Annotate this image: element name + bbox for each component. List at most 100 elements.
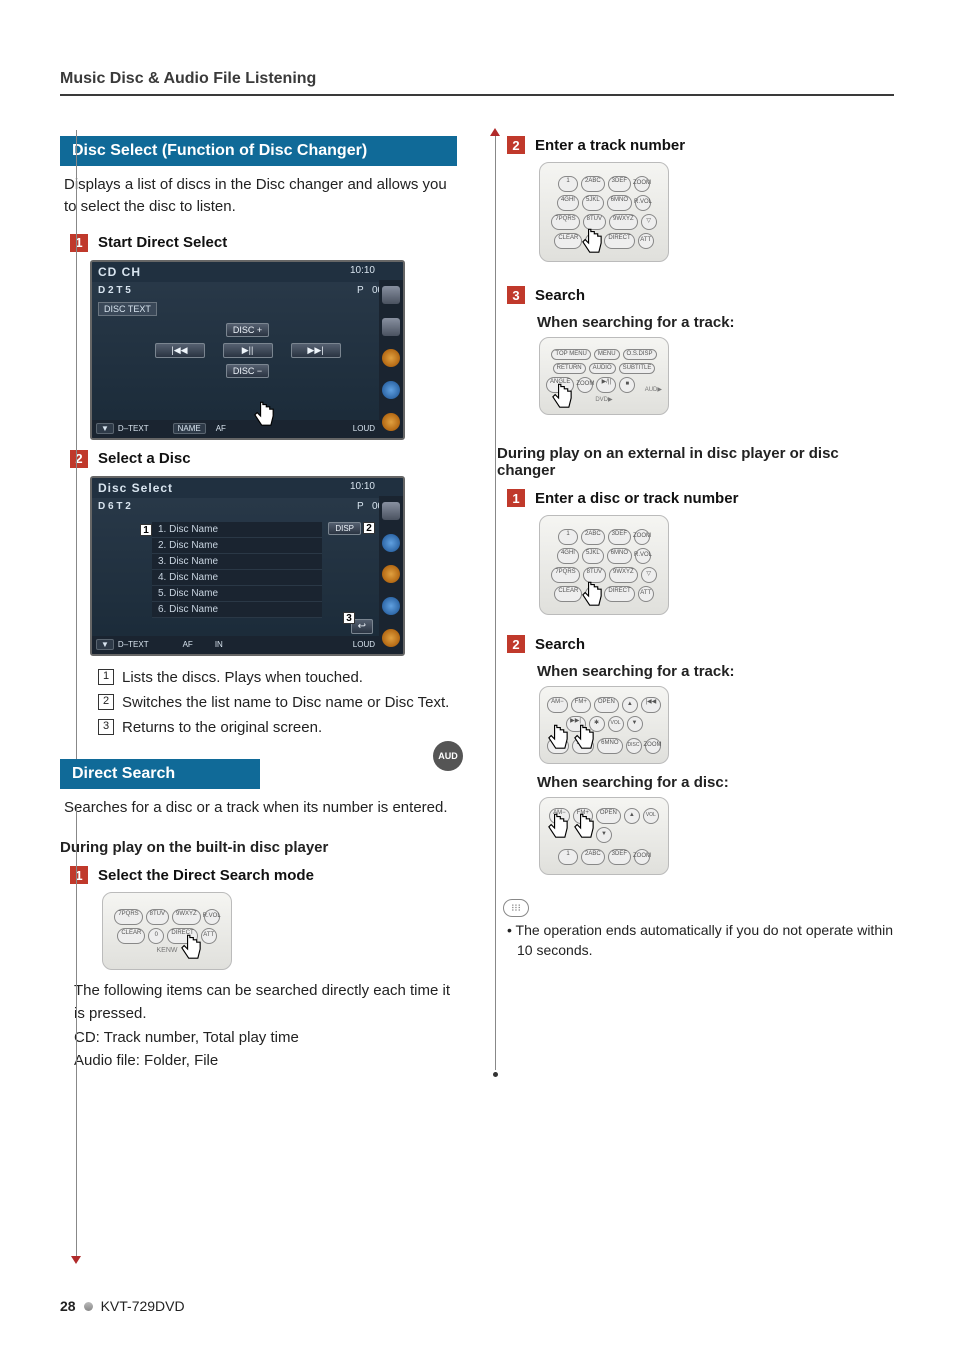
remote-key: 3DEF <box>608 529 631 545</box>
left-gutter-line <box>76 130 77 778</box>
step-number: 1 <box>70 234 88 252</box>
prev-button[interactable]: |◀◀ <box>155 343 205 358</box>
side-icon[interactable] <box>382 565 400 583</box>
step-1-select-direct-mode: 1 Select the Direct Search mode <box>70 866 457 884</box>
footer-dot-icon <box>84 1302 93 1311</box>
ss-p: P <box>357 285 364 296</box>
step-3-search: 3 Search <box>507 286 894 304</box>
disc-list-item[interactable]: 6. Disc Name <box>152 602 322 618</box>
remote-key: ▲ <box>622 697 638 713</box>
bot-toggle[interactable]: ▼ <box>96 639 114 650</box>
step-number: 2 <box>70 450 88 468</box>
disc-minus-button[interactable]: DISC − <box>226 364 269 378</box>
subheading-external: During play on an external in disc playe… <box>497 445 894 479</box>
remote-key: CLEAR <box>117 928 145 944</box>
disc-list-item[interactable]: 1. Disc Name <box>152 522 322 538</box>
disc-list-item[interactable]: 5. Disc Name <box>152 586 322 602</box>
disc-list-item[interactable]: 3. Disc Name <box>152 554 322 570</box>
dvd-label: DVD▶ <box>595 396 612 403</box>
ss-track-info: D 2 T 5 <box>98 285 131 296</box>
disp-button[interactable]: DISP <box>328 522 361 535</box>
remote-key: 8TUV <box>146 909 169 925</box>
remote-illustration-track-search: AM− FM+ OPEN ▲ |◀◀ ▶▶| ✱ VOL ▼ 4GHI 5JKL… <box>539 686 669 764</box>
side-icon[interactable] <box>382 629 400 647</box>
remote-key: 7PQRS <box>551 567 579 583</box>
remote-key: ATT <box>201 928 217 944</box>
side-icon[interactable] <box>382 286 400 304</box>
callout-1: 1 <box>140 524 152 536</box>
disc-plus-button[interactable]: DISC + <box>226 323 269 337</box>
remote-key: 9WXYZ <box>609 214 638 230</box>
side-icon[interactable] <box>382 597 400 615</box>
remote-illustration-play: TOP MENU MENU O.S.DISP RETURN AUDIO SUBT… <box>539 337 669 415</box>
direct-search-intro: Searches for a disc or a track when its … <box>60 797 457 819</box>
remote-key: 9WXYZ <box>609 567 638 583</box>
step-2-enter-track: 2 Enter a track number <box>507 136 894 154</box>
callout-num: 1 <box>98 669 114 685</box>
step-label: Start Direct Select <box>98 234 227 251</box>
remote-key: 0 <box>585 233 601 249</box>
remote-key: ▼ <box>627 716 643 732</box>
ss-track-info: D 6 T 2 <box>98 501 131 512</box>
screenshot-disc-select: Disc Select 10:10 D 6 T 2 P 00:26 1 1. D… <box>90 476 405 656</box>
disc-text-button[interactable]: DISC TEXT <box>98 302 157 316</box>
side-icon[interactable] <box>382 318 400 336</box>
remote-key: VOL <box>608 716 624 732</box>
in-label: IN <box>215 640 223 649</box>
remote-key: AM− <box>549 808 570 824</box>
side-icon[interactable] <box>382 502 400 520</box>
left-column: Disc Select (Function of Disc Changer) D… <box>60 136 457 1072</box>
remote-key: ▲ <box>624 808 640 824</box>
page-number: 28 <box>60 1298 76 1314</box>
gutter-arrow-down <box>71 1256 81 1264</box>
disc-list-item[interactable]: 4. Disc Name <box>152 570 322 586</box>
remote-key: CLEAR <box>554 586 582 602</box>
side-icon[interactable] <box>382 381 400 399</box>
remote-key: 0 <box>148 928 164 944</box>
af-label: AF <box>216 424 226 433</box>
remote-key: ATT <box>638 233 654 249</box>
remote-key: ZOOM <box>634 849 650 865</box>
remote-key: MENU <box>594 349 620 360</box>
left-gutter-line-2 <box>76 806 77 1256</box>
section-title-direct-search: Direct Search <box>60 759 260 789</box>
remote-key: FM+ <box>571 697 591 713</box>
ss-bottom-bar: ▼ D–TEXT AF IN LOUD <box>92 636 379 654</box>
playpause-button[interactable]: ▶|| <box>223 343 273 358</box>
remote-key: 7PQRS <box>114 909 142 925</box>
ss-p: P <box>357 501 364 512</box>
remote-key-prev: |◀◀ <box>641 697 661 713</box>
remote-key: 1 <box>558 529 578 545</box>
remote-key: ZOOM <box>577 377 593 393</box>
side-icon[interactable] <box>382 413 400 431</box>
aud-badge-icon: AUD <box>433 741 463 771</box>
section-title-disc-select: Disc Select (Function of Disc Changer) <box>60 136 457 166</box>
remote-key: R.VOL <box>635 548 651 564</box>
remote-key: 2ABC <box>581 849 605 865</box>
remote-key: 5JKL <box>582 195 604 211</box>
next-button[interactable]: ▶▶| <box>291 343 341 358</box>
remote-key: 7PQRS <box>551 214 579 230</box>
disc-list: 1. Disc Name 2. Disc Name 3. Disc Name 4… <box>152 522 322 618</box>
callout-num: 3 <box>98 719 114 735</box>
remote-key: 1 <box>558 176 578 192</box>
side-icon[interactable] <box>382 349 400 367</box>
ss-line: D 2 T 5 <box>98 285 131 296</box>
callout-text: Switches the list name to Disc name or D… <box>122 691 449 714</box>
ss-sidebar <box>379 496 403 654</box>
ss-clock: 10:10 <box>350 481 375 492</box>
search-track-label-2: When searching for a track: <box>537 663 894 680</box>
side-icon[interactable] <box>382 534 400 552</box>
dtext-label: D–TEXT <box>118 424 149 433</box>
name-button[interactable]: NAME <box>173 423 206 434</box>
direct-search-note-1: The following items can be searched dire… <box>74 980 457 1025</box>
disc-list-item[interactable]: 2. Disc Name <box>152 538 322 554</box>
step-number: 1 <box>70 866 88 884</box>
direct-search-note-2: CD: Track number, Total play time <box>74 1027 457 1050</box>
bot-toggle[interactable]: ▼ <box>96 423 114 434</box>
remote-key: 2ABC <box>581 529 605 545</box>
remote-key: ZOOM <box>645 738 661 754</box>
step-1b-enter-disc-track: 1 Enter a disc or track number <box>507 489 894 507</box>
remote-key: DIRECT <box>604 586 634 602</box>
remote-illustration-numpad-2: 1 2ABC 3DEF ZOOM 4GHI 5JKL 6MNO R.VOL 7P… <box>539 515 669 615</box>
